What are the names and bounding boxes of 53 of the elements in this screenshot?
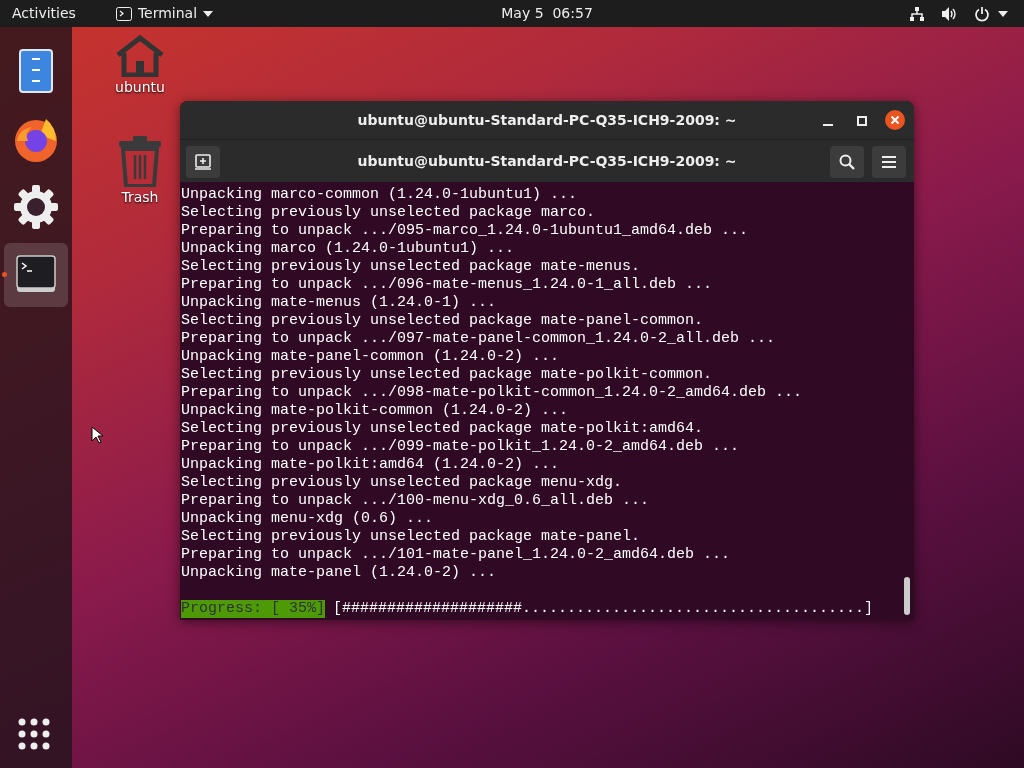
terminal-line: Unpacking marco (1.24.0-1ubuntu1) ... <box>181 240 516 258</box>
terminal-icon <box>115 6 132 21</box>
trash-icon <box>117 135 163 187</box>
terminal-line: Preparing to unpack .../098-mate-polkit-common_1.24.0-2_amd64.deb ... <box>181 384 804 402</box>
terminal-line: Unpacking mate-panel (1.24.0-2) ... <box>181 564 498 582</box>
scrollbar-thumb[interactable] <box>904 577 910 615</box>
terminal-line: Preparing to unpack .../100-menu-xdg_0.6_all.deb ... <box>181 492 651 510</box>
terminal-line: Selecting previously unselected package mate-polkit-common. <box>181 366 714 384</box>
menu-icon <box>882 156 896 168</box>
maximize-icon <box>857 116 867 126</box>
caret-icon <box>203 10 214 17</box>
terminal-line: Selecting previously unselected package mate-polkit:amd64. <box>181 420 705 438</box>
terminal-line: Unpacking menu-xdg (0.6) ... <box>181 510 435 528</box>
home-icon <box>114 35 166 77</box>
progress-label: Progress: [ 35%] <box>181 600 326 618</box>
close-button[interactable] <box>883 108 907 132</box>
terminal-line: Unpacking mate-polkit:amd64 (1.24.0-2) ... <box>181 456 561 474</box>
terminal-line: Preparing to unpack .../101-mate-panel_1.24.0-2_amd64.deb ... <box>181 546 732 564</box>
terminal-line: Preparing to unpack .../097-mate-panel-common_1.24.0-2_all.deb ... <box>181 330 777 348</box>
terminal-line: Selecting previously unselected package mate-menus. <box>181 258 642 276</box>
minimize-icon <box>823 124 833 126</box>
menu-button[interactable] <box>872 146 906 178</box>
clock[interactable]: May 5 06:57 <box>501 3 593 24</box>
activities-button[interactable]: Activities <box>0 0 88 27</box>
show-applications-button[interactable] <box>18 718 50 750</box>
caret-icon[interactable] <box>998 10 1008 17</box>
file-cabinet-icon <box>19 49 53 93</box>
terminal-line: Unpacking marco-common (1.24.0-1ubuntu1) ... <box>181 186 579 204</box>
new-tab-button[interactable] <box>186 146 220 178</box>
volume-icon[interactable] <box>941 5 958 22</box>
dock-item[interactable] <box>4 243 68 307</box>
terminal-line: Selecting previously unselected package mate-panel-common. <box>181 312 705 330</box>
pointer-icon <box>91 426 103 444</box>
window-title: ubuntu@ubuntu-Standard-PC-Q35-ICH9-2009: ~ <box>357 110 737 130</box>
terminal-line: Unpacking mate-polkit-common (1.24.0-2) ... <box>181 402 570 420</box>
power-icon[interactable] <box>974 5 990 22</box>
progress-bar-text: [####################......................................] <box>333 600 874 618</box>
app-menu-button[interactable]: Terminal <box>103 0 226 27</box>
search-icon <box>839 154 855 170</box>
terminal-line: Unpacking mate-menus (1.24.0-1) ... <box>181 294 498 312</box>
terminal-line: Preparing to unpack .../095-marco_1.24.0-1ubuntu1_amd64.deb ... <box>181 222 750 240</box>
terminal-line: Selecting previously unselected package marco. <box>181 204 597 222</box>
gear-icon <box>13 184 59 230</box>
tab-title: ubuntu@ubuntu-Standard-PC-Q35-ICH9-2009: ~ <box>357 151 737 171</box>
terminal-line: Selecting previously unselected package menu-xdg. <box>181 474 624 492</box>
network-icon[interactable] <box>909 5 925 22</box>
terminal-line: Preparing to unpack .../099-mate-polkit_1.24.0-2_amd64.deb ... <box>181 438 741 456</box>
terminal-icon <box>16 255 56 295</box>
search-button[interactable] <box>830 146 864 178</box>
add-tab-icon <box>195 154 211 170</box>
terminal-line: Selecting previously unselected package mate-panel. <box>181 528 642 546</box>
terminal-line: Unpacking mate-panel-common (1.24.0-2) ... <box>181 348 561 366</box>
terminal-line: Preparing to unpack .../096-mate-menus_1.24.0-1_all.deb ... <box>181 276 714 294</box>
